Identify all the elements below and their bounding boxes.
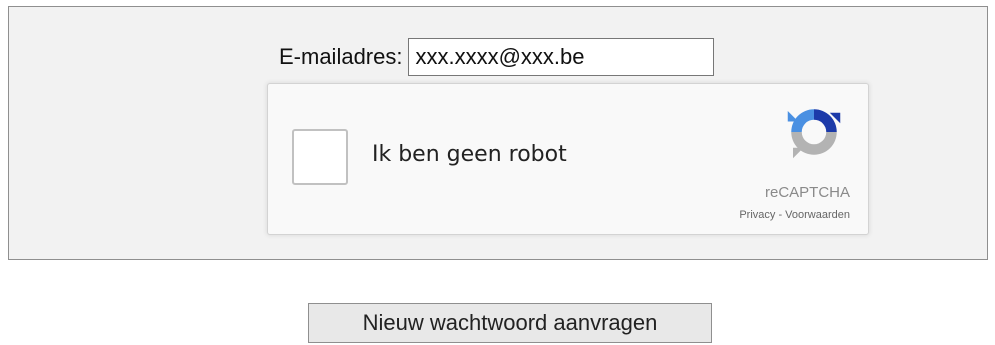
email-row: E-mailadres: <box>279 37 715 77</box>
terms-link[interactable]: Voorwaarden <box>785 209 850 221</box>
recaptcha-brand: reCAPTCHA <box>764 184 850 201</box>
request-new-password-button[interactable]: Nieuw wachtwoord aanvragen <box>308 303 712 343</box>
email-label: E-mailadres: <box>279 44 403 69</box>
recaptcha-widget: Ik ben geen robot reCAPTCHA Privacy - Vo… <box>267 83 869 235</box>
privacy-link[interactable]: Privacy <box>739 209 775 221</box>
email-field[interactable] <box>408 38 715 76</box>
form-panel: E-mailadres: Ik ben geen robot reCAPTCHA… <box>8 6 988 260</box>
recaptcha-checkbox-label: Ik ben geen robot <box>372 142 567 167</box>
recaptcha-links: Privacy - Voorwaarden <box>739 209 850 221</box>
recaptcha-checkbox[interactable] <box>292 129 348 185</box>
links-separator: - <box>775 209 786 221</box>
recaptcha-logo-icon <box>787 109 841 159</box>
